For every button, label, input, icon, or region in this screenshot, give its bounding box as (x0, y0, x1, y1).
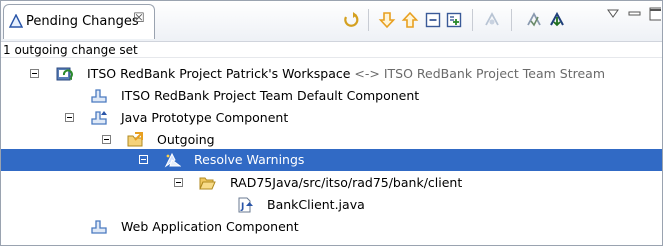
next-disabled-icon[interactable] (483, 11, 501, 29)
outgoing-folder-icon (127, 132, 144, 148)
folder-label: RAD75Java/src/itso/rad75/bank/client (230, 175, 463, 190)
change-set-label: Resolve Warnings (194, 152, 305, 167)
status-line: 1 outgoing change set (1, 41, 662, 58)
outgoing-label: Outgoing (157, 132, 215, 147)
component-icon (91, 219, 108, 235)
tree-row-outgoing[interactable]: Outgoing (1, 129, 662, 151)
minimize-icon[interactable] (628, 9, 641, 19)
stream-link-label: <-> ITSO RedBank Project Team Stream (350, 66, 606, 81)
toolbar-separator (511, 9, 512, 31)
workspace-icon (56, 66, 73, 82)
web-component-label: Web Application Component (121, 219, 299, 234)
file-label: BankClient.java (267, 197, 365, 212)
collapse-toggle[interactable] (174, 178, 183, 187)
pending-changes-icon (8, 13, 24, 28)
collapse-all-icon[interactable] (424, 11, 442, 29)
component-outgoing-icon (91, 110, 108, 126)
close-icon[interactable]: ☒ (133, 11, 145, 26)
java-component-label: Java Prototype Component (121, 110, 289, 125)
expand-down-icon[interactable] (378, 11, 396, 29)
expand-all-icon[interactable] (445, 11, 463, 29)
tree-row-folder[interactable]: RAD75Java/src/itso/rad75/bank/client (1, 172, 662, 194)
view-toolbar: Pending Changes ☒ (1, 1, 662, 41)
tab-title: Pending Changes (26, 14, 139, 29)
collapse-toggle[interactable] (139, 155, 148, 164)
change-set-icon (164, 152, 181, 168)
toolbar-separator (368, 9, 369, 31)
tab-pending-changes[interactable]: Pending Changes ☒ (3, 4, 155, 39)
pending-changes-view: Pending Changes ☒ 1 outgoing change set … (0, 0, 663, 246)
tree-row-java-component[interactable]: Java Prototype Component (1, 107, 662, 129)
workspace-label: ITSO RedBank Project Patrick's Workspace (87, 66, 351, 81)
collapse-toggle[interactable] (65, 113, 74, 122)
folder-open-icon (199, 175, 216, 191)
collapse-toggle[interactable] (30, 69, 39, 78)
maximize-icon[interactable] (649, 7, 661, 21)
tree-row-change-set[interactable]: Resolve Warnings (1, 149, 662, 171)
tree-row-default-component[interactable]: ITSO RedBank Project Team Default Compon… (1, 85, 662, 107)
collapse-up-icon[interactable] (401, 11, 419, 29)
tree-row-file[interactable]: J BankClient.java (1, 194, 662, 216)
toolbar-separator (472, 9, 473, 31)
default-component-label: ITSO RedBank Project Team Default Compon… (121, 88, 420, 103)
component-icon (91, 88, 108, 104)
tree-row-workspace[interactable]: ITSO RedBank Project Patrick's Workspace… (1, 63, 662, 85)
svg-text:J: J (240, 202, 244, 212)
view-menu-icon[interactable] (607, 9, 619, 19)
deliver-icon[interactable] (548, 11, 566, 29)
java-file-icon: J (237, 197, 254, 213)
accept-icon[interactable] (525, 11, 543, 29)
collapse-toggle[interactable] (102, 135, 111, 144)
tree-row-web-component[interactable]: Web Application Component (1, 216, 662, 238)
refresh-icon[interactable] (342, 11, 360, 29)
